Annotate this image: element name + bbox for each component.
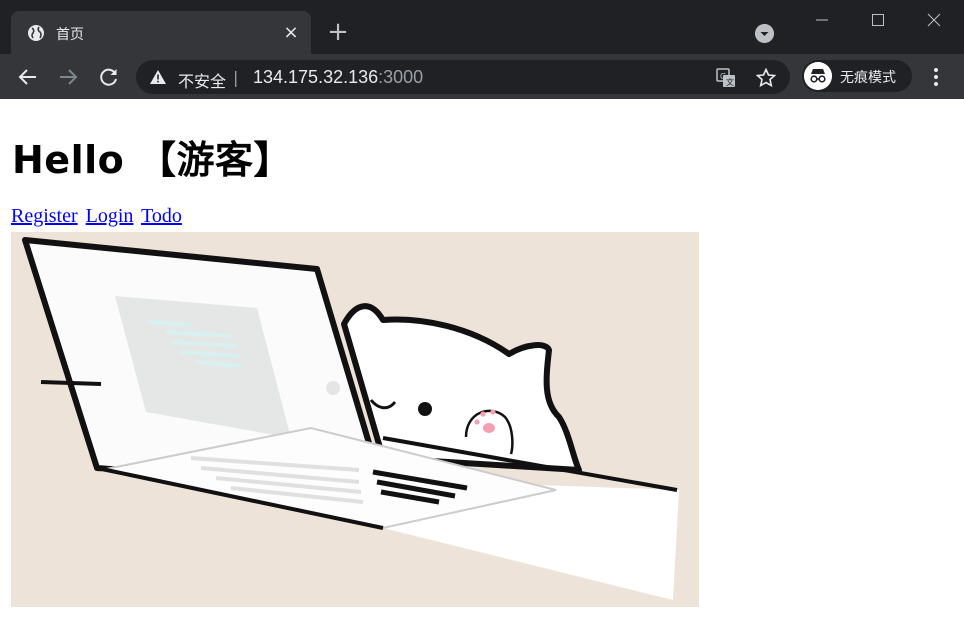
reload-icon[interactable]: [97, 65, 121, 89]
incognito-icon: [804, 62, 832, 90]
incognito-indicator[interactable]: 无痕模式: [802, 60, 912, 92]
url-host: 134.175.32.136: [253, 67, 379, 87]
minimize-icon[interactable]: [807, 8, 837, 32]
nav-links: Register Login Todo: [11, 205, 185, 228]
page-content: Hello 【游客】 Register Login Todo: [0, 99, 964, 622]
todo-link[interactable]: Todo: [141, 205, 182, 227]
more-menu-icon[interactable]: [926, 65, 946, 89]
page-title: Hello 【游客】: [12, 138, 292, 182]
bookmark-star-icon[interactable]: [756, 68, 776, 88]
warning-icon[interactable]: [150, 70, 166, 84]
browser-titlebar: 首页 × +: [0, 0, 964, 54]
incognito-label: 无痕模式: [840, 70, 896, 86]
login-link[interactable]: Login: [86, 205, 134, 227]
omnibox-separator: |: [233, 68, 239, 87]
new-tab-button[interactable]: +: [326, 19, 350, 45]
browser-toolbar: 不安全 | 134.175.32.136:3000 G 文 无痕模式: [0, 54, 964, 99]
forward-arrow-icon[interactable]: [56, 65, 80, 89]
register-link[interactable]: Register: [11, 205, 78, 227]
back-arrow-icon[interactable]: [16, 65, 40, 89]
address-bar[interactable]: 不安全 | 134.175.32.136:3000 G 文: [136, 60, 790, 94]
security-status[interactable]: 不安全: [178, 68, 226, 92]
translate-icon[interactable]: G 文: [716, 68, 736, 88]
tab-title: 首页: [56, 27, 84, 43]
svg-text:文: 文: [726, 77, 734, 87]
tab-close-icon[interactable]: ×: [281, 23, 301, 43]
url-port: :3000: [378, 67, 424, 87]
globe-icon: [28, 25, 44, 41]
browser-tab[interactable]: 首页 ×: [11, 11, 311, 54]
maximize-icon[interactable]: [863, 8, 893, 32]
tab-search-icon[interactable]: [755, 24, 774, 43]
url-text[interactable]: 134.175.32.136:3000: [253, 67, 423, 88]
hero-image: [11, 232, 699, 607]
window-close-icon[interactable]: [919, 8, 949, 32]
